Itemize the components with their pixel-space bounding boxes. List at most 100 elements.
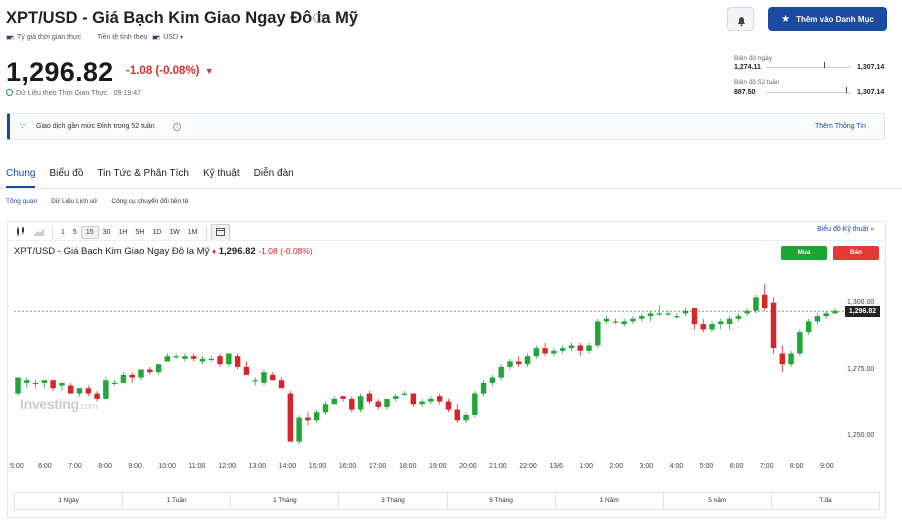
candle-body-up <box>586 345 592 351</box>
candle-body-up <box>630 318 636 322</box>
candle-body-up <box>182 356 188 359</box>
candle <box>726 316 733 330</box>
candle-body-down <box>287 393 294 442</box>
period-1w[interactable]: 1 Tuần <box>123 493 232 509</box>
candle <box>366 390 373 405</box>
candle-body-up <box>41 380 48 383</box>
candle <box>647 310 654 322</box>
period-1d[interactable]: 1 Ngày <box>15 493 124 509</box>
candle-body-up <box>199 358 206 362</box>
candle <box>656 305 663 317</box>
candle <box>199 356 206 365</box>
candle <box>524 353 531 367</box>
x-tick-label: 10:00 <box>158 463 176 470</box>
x-tick-label: 15:00 <box>308 463 327 470</box>
candle <box>349 396 355 413</box>
candle <box>384 398 390 410</box>
x-tick-label: 13:00 <box>248 463 267 470</box>
candle <box>226 353 232 367</box>
candle <box>138 369 144 381</box>
candle-body-up <box>401 393 408 395</box>
candle <box>516 356 522 367</box>
candle <box>832 308 838 314</box>
candle <box>674 313 680 319</box>
candle <box>691 308 698 330</box>
candle <box>393 393 399 402</box>
candle <box>32 380 39 389</box>
candle-body-down <box>67 385 74 394</box>
candle-body-up <box>15 377 21 394</box>
candle <box>305 412 311 426</box>
candle-body-up <box>331 398 337 405</box>
period-3m[interactable]: 3 Tháng <box>339 493 448 509</box>
candle <box>463 412 469 423</box>
candle <box>595 318 601 349</box>
candle <box>313 409 320 423</box>
candle <box>814 313 821 325</box>
candle-body-up <box>120 374 127 383</box>
period-1m[interactable]: 1 Tháng <box>231 493 340 509</box>
candle <box>208 356 214 362</box>
candle-body-up <box>322 404 329 413</box>
candle <box>498 364 504 381</box>
period-1y[interactable]: 1 Năm <box>556 493 664 509</box>
candle <box>331 396 337 405</box>
period-6m[interactable]: 6 Tháng <box>448 493 556 509</box>
candle-body-down <box>147 369 153 373</box>
candle-body-down <box>366 393 373 402</box>
candle-body-down <box>436 396 443 402</box>
x-tick-label: 5:00 <box>10 463 24 470</box>
candle-body-down <box>234 356 241 367</box>
candle-body-up <box>472 393 478 415</box>
candle-body-up <box>103 380 109 399</box>
candle <box>67 382 74 394</box>
candle-body-up <box>208 358 214 361</box>
candle <box>761 284 768 311</box>
candle-body-up <box>313 412 320 421</box>
candle <box>278 377 285 389</box>
candle-body-up <box>393 396 399 399</box>
candle <box>147 366 153 375</box>
period-max[interactable]: T.đa <box>772 493 879 509</box>
candle-body-up <box>357 396 364 410</box>
candle <box>419 398 425 407</box>
candle-body-down <box>410 393 417 405</box>
candle <box>15 377 21 397</box>
candle-body-up <box>252 380 258 382</box>
candle <box>770 297 777 354</box>
x-tick-label: 13/6 <box>549 463 563 470</box>
candle-body-down <box>691 308 698 325</box>
candle-body-up <box>656 313 663 315</box>
candle-body-up <box>155 364 162 373</box>
candle-body-up <box>111 382 118 385</box>
candle-body-up <box>226 353 232 365</box>
candle <box>129 372 135 383</box>
candle-body-down <box>779 353 786 365</box>
candle <box>217 353 223 367</box>
candle <box>779 345 786 373</box>
watermark-brand: Investing <box>20 396 79 412</box>
candle-body-up <box>463 414 469 421</box>
candle <box>753 294 759 314</box>
candle <box>59 382 65 391</box>
period-5y[interactable]: 5 năm <box>664 493 772 509</box>
x-tick-label: 7:00 <box>68 463 82 470</box>
investing-watermark: Investing.com <box>20 396 97 412</box>
price-chart[interactable] <box>0 0 902 528</box>
candle-body-down <box>700 324 706 330</box>
candle <box>551 348 557 357</box>
candle <box>261 369 267 386</box>
candle <box>603 316 610 325</box>
candle-body-up <box>59 382 65 386</box>
candle-body-up <box>612 321 619 323</box>
candle <box>270 372 276 381</box>
x-tick-label: 17:00 <box>368 463 387 470</box>
candle <box>445 398 452 413</box>
candle <box>472 390 478 418</box>
candle-body-up <box>428 398 434 402</box>
candle-body-up <box>138 369 144 378</box>
candle-body-up <box>682 310 689 314</box>
candle-body-up <box>621 321 627 325</box>
candle <box>797 329 803 357</box>
candle <box>586 342 592 354</box>
